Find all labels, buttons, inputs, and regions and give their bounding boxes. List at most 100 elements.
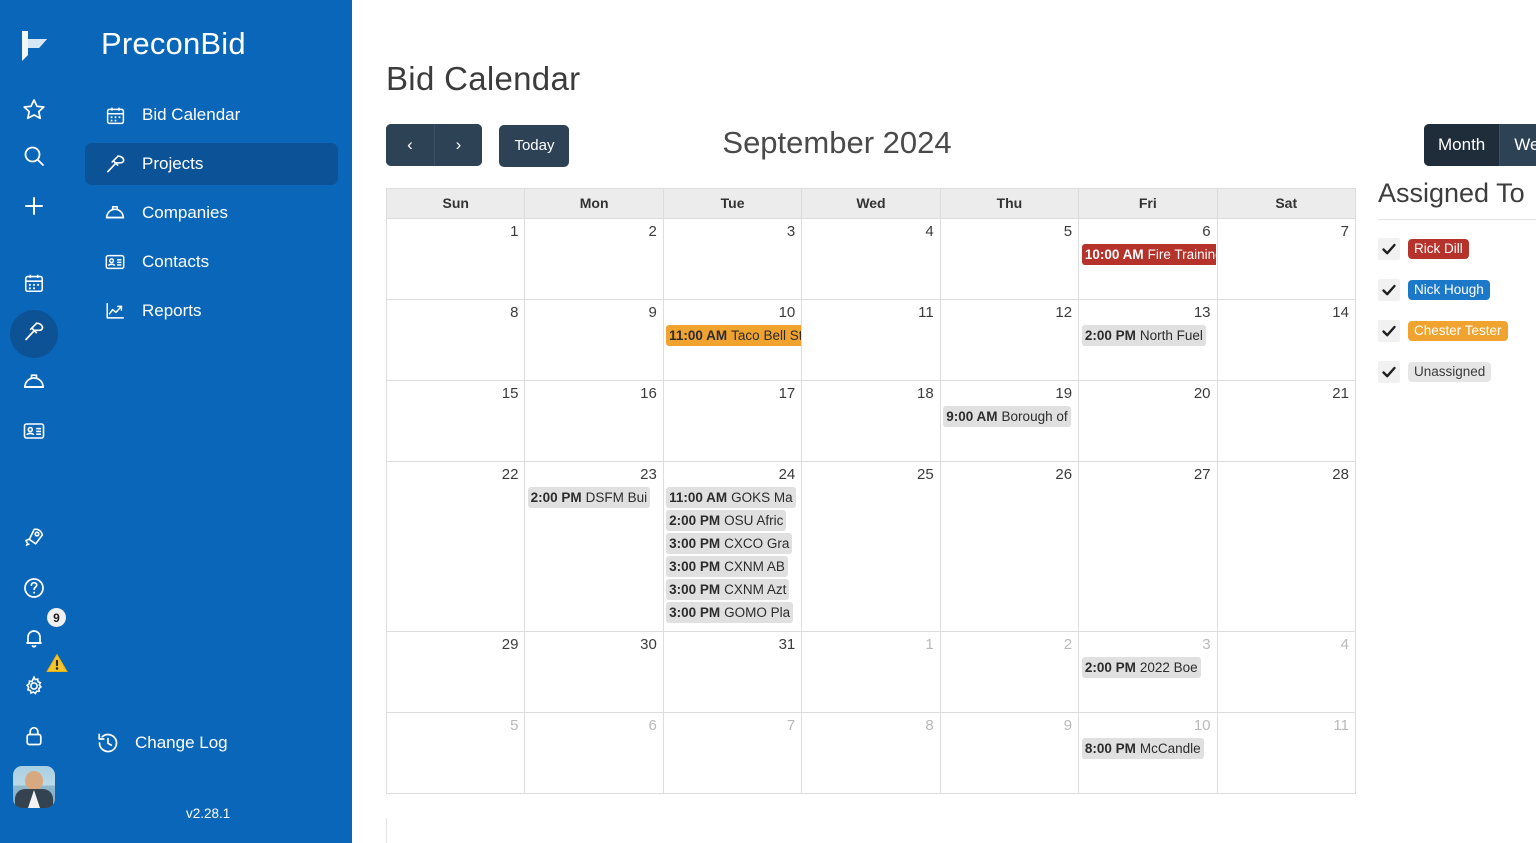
- avatar-head: [25, 771, 43, 790]
- calendar-icon: [102, 104, 128, 126]
- day-number: 27: [1193, 466, 1211, 483]
- calendar-event[interactable]: 10:00 AM Fire Training: [1081, 244, 1217, 265]
- event-clip: 2:00 PM OSU Afric: [666, 510, 801, 531]
- sidebar-item-companies[interactable]: Companies: [85, 192, 338, 234]
- sidebar-item-projects[interactable]: Projects: [85, 143, 338, 185]
- calendar-event[interactable]: 11:00 AMTaco Bell Store: [666, 325, 801, 346]
- checkmark-icon[interactable]: [1378, 238, 1400, 260]
- day-number: 6: [648, 717, 657, 734]
- day-header: Sat: [1216, 189, 1355, 218]
- event-time: 2:00 PM: [669, 513, 721, 528]
- event-time: 2:00 PM: [530, 490, 582, 505]
- help-icon[interactable]: [12, 566, 56, 610]
- day-number: 8: [925, 717, 934, 734]
- day-number: 9: [1063, 717, 1073, 734]
- calendar-event[interactable]: 11:00 AM GOKS Ma: [666, 487, 796, 508]
- calendar-event[interactable]: 9:00 AM Borough of: [943, 406, 1071, 427]
- event-clip: 11:00 AM GOKS Ma: [666, 487, 801, 508]
- chart-line-icon: [102, 300, 128, 322]
- day-header: Mon: [524, 189, 662, 218]
- day-number: 5: [510, 717, 519, 734]
- app-root: 9 PreconBid Bid Calendar Projects Compan…: [0, 0, 1536, 843]
- assigned-to-item[interactable]: Chester Tester: [1378, 319, 1536, 343]
- calendar-event[interactable]: 3:00 PM CXNM Azt: [666, 579, 790, 600]
- day-number: 1: [925, 636, 934, 653]
- day-number: 13: [1193, 304, 1211, 321]
- event-time: 3:00 PM: [669, 536, 721, 551]
- event-clip: 9:00 AM Borough of: [943, 406, 1078, 427]
- star-icon[interactable]: [12, 87, 56, 131]
- rocket-icon[interactable]: [12, 516, 56, 560]
- calendar-event[interactable]: 3:00 PM CXNM AB: [666, 556, 788, 577]
- calendar-icon[interactable]: [12, 261, 56, 305]
- event-title: CXCO Gra: [724, 536, 790, 551]
- sidebar-item-label: Bid Calendar: [142, 105, 241, 124]
- calendar-week-row: 22 23 24 25 26 27 28 2:00 PM DSFM Bui 11:00 AM GOK…: [387, 461, 1355, 631]
- calendar-event[interactable]: 2:00 PM 2022 Boe: [1081, 657, 1201, 678]
- hardhat-icon[interactable]: [12, 360, 56, 404]
- assigned-to-item[interactable]: Unassigned: [1378, 360, 1536, 384]
- checkmark-icon[interactable]: [1378, 320, 1400, 342]
- assigned-to-item[interactable]: Nick Hough: [1378, 278, 1536, 302]
- day-number: 8: [510, 304, 519, 321]
- icon-rail: 9: [0, 0, 68, 843]
- event-time: 3:00 PM: [669, 582, 721, 597]
- sidebar-item-contacts[interactable]: Contacts: [85, 241, 338, 283]
- day-number: 21: [1332, 385, 1349, 402]
- calendar-event[interactable]: 2:00 PM North Fuel: [1081, 325, 1206, 346]
- assigned-to-panel: Assigned To Rick Dill Nick Hough Chester T…: [1378, 178, 1536, 384]
- day-number: 9: [648, 304, 657, 321]
- assignee-chip: Unassigned: [1408, 362, 1492, 382]
- calendar-week-row: 5 6 7 8 9 10 11 8:00 PM McCandle: [387, 712, 1355, 793]
- sidebar-item-label: Projects: [142, 154, 204, 173]
- day-number: 31: [778, 636, 796, 653]
- brand-title: PreconBid: [101, 26, 246, 61]
- change-log-link[interactable]: Change Log: [95, 731, 228, 755]
- assigned-to-item[interactable]: Rick Dill: [1378, 237, 1536, 261]
- event-time: 11:00 AM: [669, 490, 728, 505]
- day-number: 3: [1202, 636, 1211, 653]
- checkmark-icon[interactable]: [1378, 361, 1400, 383]
- calendar-event[interactable]: 3:00 PM GOMO Pla: [666, 602, 794, 623]
- lock-icon[interactable]: [12, 714, 56, 758]
- event-title: 2022 Boe: [1139, 660, 1198, 675]
- calendar-grid: Sun Mon Tue Wed Thu Fri Sat 1 2 3 4 5 6 7 10:00 AM Fir…: [386, 188, 1356, 794]
- event-title: CXNM Azt: [724, 582, 787, 597]
- event-clip: 2:00 PM North Fuel: [1081, 325, 1217, 346]
- calendar-week-row: 8 9 10 11 12 13 14 11:00 AMTaco Bell Store 2:00 …: [387, 299, 1355, 380]
- view-week-button[interactable]: Week: [1499, 124, 1536, 166]
- day-number: 22: [501, 466, 519, 483]
- event-clip: 2:00 PM DSFM Bui: [527, 487, 663, 508]
- event-clip: 10:00 AM Fire Training: [1081, 244, 1217, 265]
- notification-badge: 9: [47, 608, 66, 627]
- calendar-week-row: 29 30 31 1 2 3 4 2:00 PM 2022 Boe: [387, 631, 1355, 712]
- hammer-icon: [102, 153, 128, 175]
- view-month-button[interactable]: Month: [1424, 124, 1500, 166]
- hammer-icon[interactable]: [12, 310, 56, 354]
- day-number: 1: [510, 223, 519, 240]
- checkmark-icon[interactable]: [1378, 279, 1400, 301]
- event-title: Taco Bell Store: [731, 328, 801, 343]
- search-icon[interactable]: [12, 134, 56, 178]
- calendar-event[interactable]: 8:00 PM McCandle: [1081, 738, 1204, 759]
- day-number: 5: [1063, 223, 1073, 240]
- day-number: 14: [1332, 304, 1349, 321]
- calendar-event[interactable]: 3:00 PM CXCO Gra: [666, 533, 793, 554]
- day-number: 10: [778, 304, 796, 321]
- sidebar-item-reports[interactable]: Reports: [85, 290, 338, 332]
- event-clip: 2:00 PM 2022 Boe: [1081, 657, 1217, 678]
- calendar-event[interactable]: 2:00 PM OSU Afric: [666, 510, 787, 531]
- avatar[interactable]: [13, 766, 55, 808]
- day-header: Wed: [801, 189, 939, 218]
- event-clip: 8:00 PM McCandle: [1081, 738, 1217, 759]
- event-title: GOKS Ma: [731, 490, 793, 505]
- day-number: 15: [501, 385, 519, 402]
- gear-icon[interactable]: [12, 653, 68, 708]
- calendar-event[interactable]: 2:00 PM DSFM Bui: [527, 487, 651, 508]
- contact-card-icon[interactable]: [12, 409, 56, 453]
- sidebar-item-bid-calendar[interactable]: Bid Calendar: [85, 94, 338, 136]
- plus-icon[interactable]: [12, 184, 56, 228]
- event-title: North Fuel: [1139, 328, 1203, 343]
- logo-icon[interactable]: [12, 24, 56, 68]
- contact-card-icon: [102, 251, 128, 273]
